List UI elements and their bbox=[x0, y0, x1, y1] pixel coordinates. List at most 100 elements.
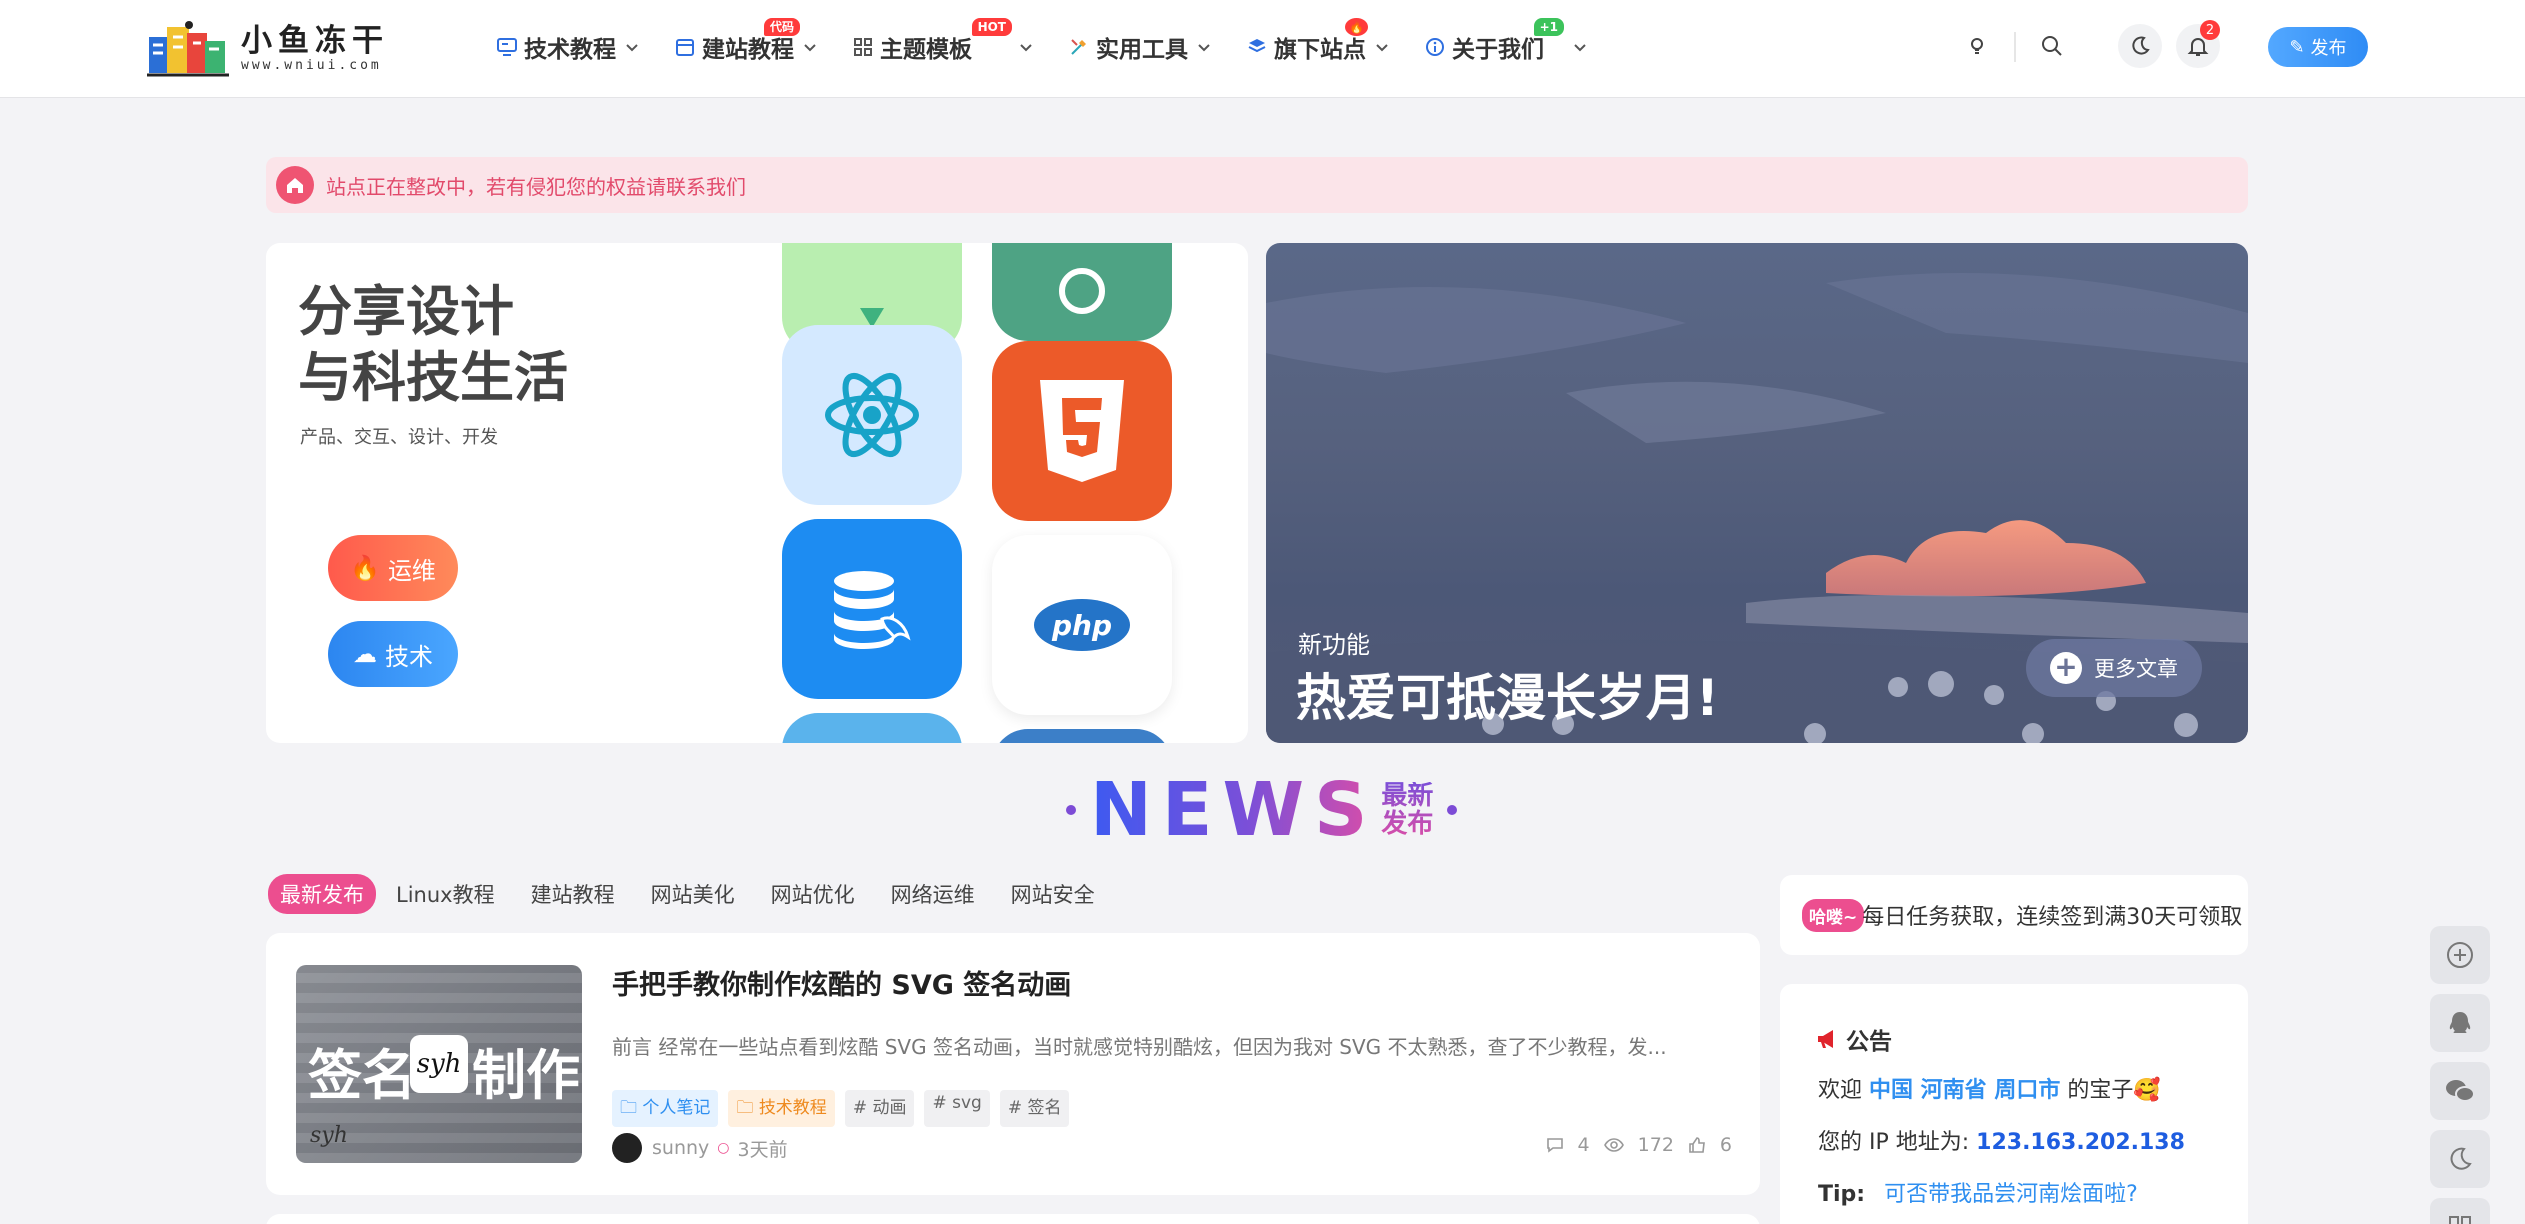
publish-button[interactable]: ✎ 发布 bbox=[2268, 27, 2368, 67]
signin-marquee[interactable]: 哈喽~ 每日任务获取，连续签到满30天可领取 bbox=[1780, 875, 2248, 955]
plus-icon: + bbox=[2050, 652, 2082, 684]
decor-bubble bbox=[2174, 713, 2198, 737]
author-name[interactable]: sunny bbox=[652, 1137, 709, 1159]
nav-label: 实用工具 bbox=[1096, 37, 1188, 63]
article-stats: 4 172 6 bbox=[1532, 1134, 1732, 1156]
nav-label: 技术教程 bbox=[524, 37, 616, 63]
grid-icon bbox=[2449, 1216, 2471, 1224]
tab-beautify[interactable]: 网站美化 bbox=[651, 879, 735, 909]
article-excerpt: 前言 经常在一些站点看到炫酷 SVG 签名动画，当时就感觉特别酷炫，但因为我对 … bbox=[612, 1035, 1667, 1059]
float-wechat-button[interactable] bbox=[2430, 1062, 2490, 1120]
tag-category[interactable]: 🗀 个人笔记 bbox=[612, 1090, 719, 1127]
plus-circle-icon bbox=[2447, 942, 2473, 968]
logo-title: 小鱼冻干 bbox=[241, 22, 389, 59]
tab-network-ops[interactable]: 网络运维 bbox=[891, 879, 975, 909]
pill-label: 运维 bbox=[387, 556, 436, 585]
nav-label: 主题模板 bbox=[880, 37, 972, 63]
nav-item-about-us[interactable]: 关于我们 +1 bbox=[1424, 18, 1588, 72]
tag-label: 个人笔记 bbox=[642, 1098, 711, 1118]
more-articles-label: 更多文章 bbox=[2094, 657, 2178, 681]
hero-right-title: 热爱可抵漫长岁月! bbox=[1296, 669, 1719, 727]
tab-optimize[interactable]: 网站优化 bbox=[771, 879, 855, 909]
nav-item-sister-sites[interactable]: 旗下站点 🔥 bbox=[1246, 18, 1390, 72]
database-icon bbox=[782, 519, 962, 699]
nav-item-site-building[interactable]: 建站教程 代码 bbox=[674, 18, 818, 72]
article-card[interactable]: 签名 syh 制作 syh 手把手教你制作炫酷的 SVG 签名动画 前言 经常在… bbox=[266, 933, 1760, 1195]
float-add-button[interactable] bbox=[2430, 926, 2490, 984]
category-pill-ops[interactable]: 🔥 运维 bbox=[328, 535, 458, 601]
cloud-icon: ☁ bbox=[353, 640, 377, 668]
decor-bubble bbox=[1888, 677, 1908, 697]
signin-text: 每日任务获取，连续签到满30天可领取 bbox=[1862, 905, 2243, 930]
decor-bubble bbox=[1984, 685, 2004, 705]
news-word: NEWS bbox=[1090, 767, 1378, 853]
tag-keyword[interactable]: # svg bbox=[924, 1090, 990, 1127]
category-tabs: 最新发布 Linux教程 建站教程 网站美化 网站优化 网络运维 网站安全 bbox=[268, 874, 1131, 914]
hero-right-label: 新功能 bbox=[1298, 631, 1370, 659]
nav-item-utilities[interactable]: 实用工具 bbox=[1068, 22, 1212, 72]
dot-separator-icon: ○ bbox=[717, 1140, 730, 1156]
chevron-down-icon bbox=[1574, 44, 1586, 52]
decor-dot bbox=[1447, 805, 1458, 815]
chevron-down-icon bbox=[804, 44, 816, 52]
like-count[interactable]: 6 bbox=[1688, 1134, 1732, 1156]
article-card-next[interactable] bbox=[266, 1214, 1760, 1224]
more-articles-button[interactable]: + 更多文章 bbox=[2026, 639, 2202, 697]
signin-badge: 哈喽~ bbox=[1802, 898, 1865, 932]
tag-category[interactable]: 🗀 技术教程 bbox=[728, 1090, 835, 1127]
article-thumbnail[interactable]: 签名 syh 制作 syh bbox=[296, 965, 582, 1163]
announcement-title-text: 公告 bbox=[1846, 1029, 1892, 1055]
notice-text: 站点正在整改中，若有侵犯您的权益请联系我们 bbox=[326, 174, 746, 199]
hero-banner-right[interactable]: 新功能 热爱可抵漫长岁月! + 更多文章 bbox=[1266, 243, 2248, 743]
notification-bell-icon[interactable]: 2 bbox=[2176, 20, 2220, 68]
tab-latest[interactable]: 最新发布 bbox=[268, 874, 376, 914]
article-title[interactable]: 手把手教你制作炫酷的 SVG 签名动画 bbox=[612, 963, 1071, 1002]
decor-bubble bbox=[1928, 671, 1954, 697]
top-header: 小鱼冻干 www.wniui.com 技术教程 建站教程 代码 主题模板 HOT… bbox=[0, 0, 2525, 97]
dark-mode-icon[interactable] bbox=[2118, 24, 2162, 68]
welcome-line: 欢迎 中国 河南省 周口市 的宝子🥰 bbox=[1818, 1072, 2161, 1104]
site-notice-bar: 站点正在整改中，若有侵犯您的权益请联系我们 bbox=[266, 157, 2248, 213]
thumb-corner-signature: syh bbox=[310, 1123, 348, 1148]
thumb-text-right: 制作 bbox=[472, 1044, 580, 1107]
nav-badge: +1 bbox=[1533, 18, 1564, 36]
openai-icon bbox=[992, 243, 1172, 341]
info-icon bbox=[1426, 38, 1444, 56]
tag-keyword[interactable]: # 签名 bbox=[999, 1090, 1070, 1127]
nav-item-tech-tutorials[interactable]: 技术教程 bbox=[496, 22, 640, 72]
comment-count: 4 bbox=[1546, 1134, 1590, 1156]
notification-count: 2 bbox=[2200, 20, 2220, 40]
nav-item-theme-templates[interactable]: 主题模板 HOT bbox=[852, 18, 1034, 72]
thumbs-up-icon bbox=[1689, 1137, 1705, 1153]
welcome-location: 中国 河南省 周口市 bbox=[1869, 1078, 2061, 1103]
chevron-down-icon bbox=[1198, 44, 1210, 52]
tab-security[interactable]: 网站安全 bbox=[1011, 879, 1095, 909]
partial-tile bbox=[782, 713, 962, 743]
pill-label: 技术 bbox=[385, 642, 433, 671]
announcement-title: 公告 bbox=[1816, 1022, 1892, 1056]
search-icon[interactable] bbox=[2030, 24, 2074, 68]
hero-subtitle: 产品、交互、设计、开发 bbox=[300, 427, 498, 448]
category-pill-tech[interactable]: ☁ 技术 bbox=[328, 621, 458, 687]
view-count: 172 bbox=[1603, 1134, 1674, 1156]
article-tags: 🗀 个人笔记 🗀 技术教程 # 动画 # svg # 签名 bbox=[612, 1090, 1079, 1127]
wechat-icon bbox=[2446, 1080, 2475, 1102]
site-logo[interactable]: 小鱼冻干 www.wniui.com bbox=[145, 18, 405, 78]
chevron-down-icon bbox=[1020, 44, 1032, 52]
megaphone-icon bbox=[1818, 1030, 1833, 1048]
hero-title: 分享设计 与科技生活 bbox=[298, 279, 568, 411]
tab-site-building[interactable]: 建站教程 bbox=[531, 879, 615, 909]
comment-icon bbox=[1546, 1138, 1563, 1153]
home-icon bbox=[276, 166, 314, 204]
bulb-icon[interactable] bbox=[1955, 24, 1999, 68]
html5-icon bbox=[992, 341, 1172, 521]
tag-keyword[interactable]: # 动画 bbox=[844, 1090, 915, 1127]
float-qq-button[interactable] bbox=[2430, 994, 2490, 1052]
float-more-button[interactable] bbox=[2430, 1198, 2490, 1224]
float-dark-mode-button[interactable] bbox=[2430, 1130, 2490, 1188]
publish-label: 发布 bbox=[2310, 38, 2347, 59]
tab-linux[interactable]: Linux教程 bbox=[396, 879, 495, 909]
author-avatar[interactable] bbox=[612, 1133, 642, 1163]
tip-text[interactable]: 可否带我品尝河南烩面啦? bbox=[1884, 1182, 2138, 1207]
news-sub-line2: 发布 bbox=[1381, 809, 1434, 839]
